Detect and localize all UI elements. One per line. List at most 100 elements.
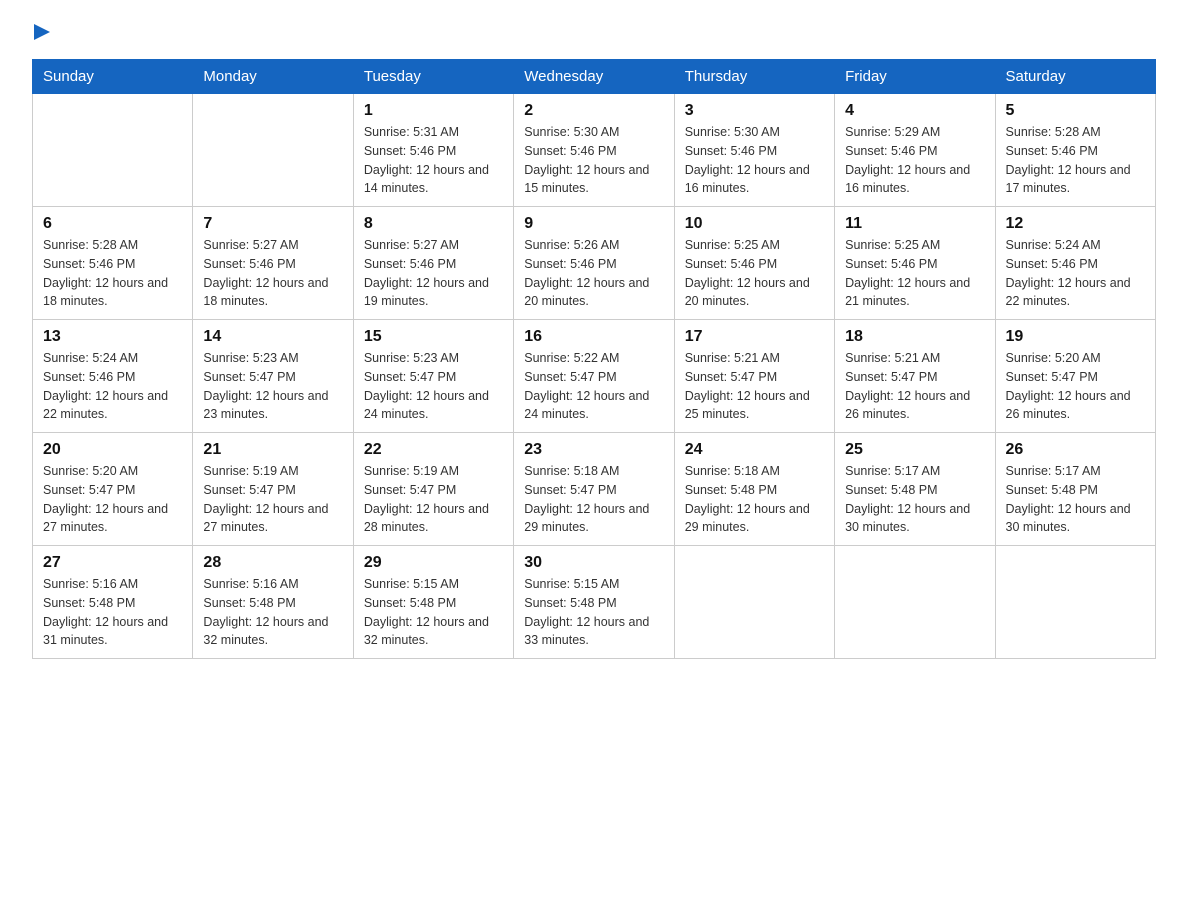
day-number: 17 [685, 328, 824, 346]
day-info: Sunrise: 5:18 AMSunset: 5:47 PMDaylight:… [524, 462, 663, 537]
day-number: 11 [845, 215, 984, 233]
day-info: Sunrise: 5:29 AMSunset: 5:46 PMDaylight:… [845, 123, 984, 198]
day-cell: 9 Sunrise: 5:26 AMSunset: 5:46 PMDaylight… [514, 207, 674, 320]
day-number: 19 [1006, 328, 1145, 346]
day-cell: 25 Sunrise: 5:17 AMSunset: 5:48 PMDayligh… [835, 433, 995, 546]
weekday-header-sunday: Sunday [33, 60, 193, 94]
week-row-3: 13 Sunrise: 5:24 AMSunset: 5:46 PMDayligh… [33, 320, 1156, 433]
day-number: 9 [524, 215, 663, 233]
day-number: 15 [364, 328, 503, 346]
day-cell [674, 546, 834, 659]
day-number: 29 [364, 554, 503, 572]
day-info: Sunrise: 5:25 AMSunset: 5:46 PMDaylight:… [845, 236, 984, 311]
day-number: 8 [364, 215, 503, 233]
day-number: 1 [364, 102, 503, 120]
day-number: 16 [524, 328, 663, 346]
day-number: 14 [203, 328, 342, 346]
day-info: Sunrise: 5:27 AMSunset: 5:46 PMDaylight:… [203, 236, 342, 311]
day-number: 21 [203, 441, 342, 459]
day-info: Sunrise: 5:21 AMSunset: 5:47 PMDaylight:… [845, 349, 984, 424]
day-cell: 6 Sunrise: 5:28 AMSunset: 5:46 PMDaylight… [33, 207, 193, 320]
day-cell: 20 Sunrise: 5:20 AMSunset: 5:47 PMDayligh… [33, 433, 193, 546]
day-number: 2 [524, 102, 663, 120]
day-number: 26 [1006, 441, 1145, 459]
week-row-4: 20 Sunrise: 5:20 AMSunset: 5:47 PMDayligh… [33, 433, 1156, 546]
day-cell: 13 Sunrise: 5:24 AMSunset: 5:46 PMDayligh… [33, 320, 193, 433]
day-number: 23 [524, 441, 663, 459]
day-number: 3 [685, 102, 824, 120]
day-info: Sunrise: 5:15 AMSunset: 5:48 PMDaylight:… [524, 575, 663, 650]
day-info: Sunrise: 5:21 AMSunset: 5:47 PMDaylight:… [685, 349, 824, 424]
day-cell [193, 94, 353, 207]
calendar-body: 1 Sunrise: 5:31 AMSunset: 5:46 PMDaylight… [33, 94, 1156, 659]
day-info: Sunrise: 5:17 AMSunset: 5:48 PMDaylight:… [1006, 462, 1145, 537]
day-info: Sunrise: 5:30 AMSunset: 5:46 PMDaylight:… [685, 123, 824, 198]
day-number: 5 [1006, 102, 1145, 120]
day-number: 18 [845, 328, 984, 346]
weekday-header-monday: Monday [193, 60, 353, 94]
week-row-1: 1 Sunrise: 5:31 AMSunset: 5:46 PMDaylight… [33, 94, 1156, 207]
day-cell: 22Sunrise: 5:19 AMSunset: 5:47 PMDayligh… [353, 433, 513, 546]
weekday-header-friday: Friday [835, 60, 995, 94]
day-number: 28 [203, 554, 342, 572]
day-info: Sunrise: 5:31 AMSunset: 5:46 PMDaylight:… [364, 123, 503, 198]
day-info: Sunrise: 5:28 AMSunset: 5:46 PMDaylight:… [43, 236, 182, 311]
weekday-header-tuesday: Tuesday [353, 60, 513, 94]
weekday-header-saturday: Saturday [995, 60, 1155, 94]
logo-flag-icon [34, 24, 54, 44]
day-info: Sunrise: 5:19 AMSunset: 5:47 PMDaylight:… [203, 462, 342, 537]
day-number: 30 [524, 554, 663, 572]
calendar-table: SundayMondayTuesdayWednesdayThursdayFrid… [32, 59, 1156, 659]
day-cell: 7Sunrise: 5:27 AMSunset: 5:46 PMDaylight… [193, 207, 353, 320]
day-number: 24 [685, 441, 824, 459]
day-number: 20 [43, 441, 182, 459]
day-info: Sunrise: 5:27 AMSunset: 5:46 PMDaylight:… [364, 236, 503, 311]
day-number: 27 [43, 554, 182, 572]
weekday-header-row: SundayMondayTuesdayWednesdayThursdayFrid… [33, 60, 1156, 94]
day-number: 25 [845, 441, 984, 459]
day-number: 4 [845, 102, 984, 120]
day-cell: 5 Sunrise: 5:28 AMSunset: 5:46 PMDaylight… [995, 94, 1155, 207]
day-info: Sunrise: 5:22 AMSunset: 5:47 PMDaylight:… [524, 349, 663, 424]
day-info: Sunrise: 5:25 AMSunset: 5:46 PMDaylight:… [685, 236, 824, 311]
day-info: Sunrise: 5:16 AMSunset: 5:48 PMDaylight:… [203, 575, 342, 650]
day-info: Sunrise: 5:20 AMSunset: 5:47 PMDaylight:… [1006, 349, 1145, 424]
day-cell: 15 Sunrise: 5:23 AMSunset: 5:47 PMDayligh… [353, 320, 513, 433]
day-number: 12 [1006, 215, 1145, 233]
day-cell: 8 Sunrise: 5:27 AMSunset: 5:46 PMDaylight… [353, 207, 513, 320]
day-cell: 3 Sunrise: 5:30 AMSunset: 5:46 PMDaylight… [674, 94, 834, 207]
day-info: Sunrise: 5:23 AMSunset: 5:47 PMDaylight:… [203, 349, 342, 424]
day-cell: 28 Sunrise: 5:16 AMSunset: 5:48 PMDayligh… [193, 546, 353, 659]
day-cell: 30 Sunrise: 5:15 AMSunset: 5:48 PMDayligh… [514, 546, 674, 659]
day-cell: 4 Sunrise: 5:29 AMSunset: 5:46 PMDaylight… [835, 94, 995, 207]
logo [32, 24, 54, 49]
day-info: Sunrise: 5:23 AMSunset: 5:47 PMDaylight:… [364, 349, 503, 424]
day-cell: 10 Sunrise: 5:25 AMSunset: 5:46 PMDayligh… [674, 207, 834, 320]
day-info: Sunrise: 5:24 AMSunset: 5:46 PMDaylight:… [43, 349, 182, 424]
header [32, 24, 1156, 49]
day-number: 10 [685, 215, 824, 233]
day-cell: 18 Sunrise: 5:21 AMSunset: 5:47 PMDayligh… [835, 320, 995, 433]
day-info: Sunrise: 5:17 AMSunset: 5:48 PMDaylight:… [845, 462, 984, 537]
day-cell: 23 Sunrise: 5:18 AMSunset: 5:47 PMDayligh… [514, 433, 674, 546]
week-row-2: 6 Sunrise: 5:28 AMSunset: 5:46 PMDaylight… [33, 207, 1156, 320]
day-info: Sunrise: 5:24 AMSunset: 5:46 PMDaylight:… [1006, 236, 1145, 311]
day-info: Sunrise: 5:26 AMSunset: 5:46 PMDaylight:… [524, 236, 663, 311]
day-cell: 21 Sunrise: 5:19 AMSunset: 5:47 PMDayligh… [193, 433, 353, 546]
day-cell: 11 Sunrise: 5:25 AMSunset: 5:46 PMDayligh… [835, 207, 995, 320]
day-info: Sunrise: 5:18 AMSunset: 5:48 PMDaylight:… [685, 462, 824, 537]
week-row-5: 27 Sunrise: 5:16 AMSunset: 5:48 PMDayligh… [33, 546, 1156, 659]
day-info: Sunrise: 5:30 AMSunset: 5:46 PMDaylight:… [524, 123, 663, 198]
day-info: Sunrise: 5:19 AMSunset: 5:47 PMDaylight:… [364, 462, 503, 537]
day-info: Sunrise: 5:20 AMSunset: 5:47 PMDaylight:… [43, 462, 182, 537]
weekday-header-thursday: Thursday [674, 60, 834, 94]
day-info: Sunrise: 5:15 AMSunset: 5:48 PMDaylight:… [364, 575, 503, 650]
day-number: 13 [43, 328, 182, 346]
day-info: Sunrise: 5:16 AMSunset: 5:48 PMDaylight:… [43, 575, 182, 650]
weekday-header-wednesday: Wednesday [514, 60, 674, 94]
day-info: Sunrise: 5:28 AMSunset: 5:46 PMDaylight:… [1006, 123, 1145, 198]
day-cell: 1 Sunrise: 5:31 AMSunset: 5:46 PMDaylight… [353, 94, 513, 207]
day-cell: 29 Sunrise: 5:15 AMSunset: 5:48 PMDayligh… [353, 546, 513, 659]
day-cell: 14 Sunrise: 5:23 AMSunset: 5:47 PMDayligh… [193, 320, 353, 433]
day-number: 6 [43, 215, 182, 233]
